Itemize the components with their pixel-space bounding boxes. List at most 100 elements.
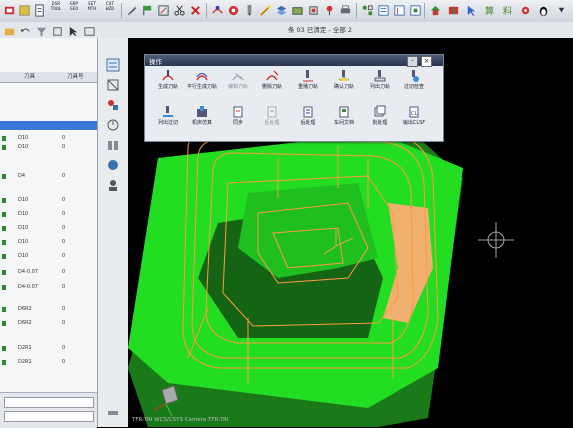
sync-button[interactable]: 同步 (221, 105, 255, 139)
document-icon[interactable] (32, 2, 46, 18)
tool-name-cell: D6R2 (18, 306, 32, 312)
reuse-library-icon[interactable] (106, 138, 120, 152)
close-icon[interactable]: × (421, 56, 432, 67)
house-icon[interactable] (428, 2, 442, 18)
table-row[interactable]: D4-0.07 0 (0, 283, 97, 292)
table-row[interactable]: D10 0 (0, 134, 97, 143)
list-gouge-button[interactable]: 列出过切 (151, 105, 185, 139)
flag-icon[interactable] (140, 2, 154, 18)
table-row[interactable]: D6R2 0 (0, 305, 97, 314)
table-row[interactable]: D10 0 (0, 196, 97, 205)
edit-path-button[interactable]: 编辑刀轨 (221, 69, 255, 103)
table-row[interactable]: D4 0 (0, 172, 97, 181)
cursor-icon[interactable] (464, 2, 478, 18)
shop-doc-button[interactable]: 车间文档 (327, 105, 361, 139)
print-icon[interactable] (338, 2, 352, 18)
toolbar-text-button-2[interactable]: SET MTH (83, 2, 101, 18)
column-header-tool-number[interactable]: 刀具号 (64, 72, 84, 82)
list-button[interactable]: 列出刀轨 (363, 69, 397, 103)
postprocess-button[interactable]: 后处理 (255, 105, 289, 139)
minimize-icon[interactable]: - (407, 56, 418, 67)
generate-button[interactable]: 生成刀轨 (151, 69, 185, 103)
table-row[interactable]: D4-0.07 0 (0, 268, 97, 277)
table-row[interactable]: D10 0 (0, 224, 97, 233)
wand-icon[interactable] (258, 2, 272, 18)
table-row[interactable]: D10 0 (0, 252, 97, 261)
roles-icon[interactable] (106, 178, 120, 192)
table-row[interactable]: D6R2 0 (0, 319, 97, 328)
batch-button[interactable]: 批处理 (363, 105, 397, 139)
pin-icon[interactable] (322, 2, 336, 18)
tool-icon[interactable] (242, 2, 256, 18)
overflow-icon[interactable] (554, 2, 568, 18)
material-icon[interactable]: 料 (500, 2, 514, 18)
postprocess2-button[interactable]: 后处理 (291, 105, 325, 139)
table-row[interactable]: D10 0 (0, 143, 97, 152)
details-dropdown-2[interactable] (4, 411, 94, 422)
sim-icon[interactable] (290, 2, 304, 18)
replay-button[interactable]: 重播刀轨 (291, 69, 325, 103)
table-row[interactable]: D10 0 (0, 210, 97, 219)
tool-name-cell: D10 (18, 135, 29, 141)
folder-icon[interactable] (2, 23, 16, 39)
dialog-item-label: 确认刀轨 (333, 84, 354, 90)
layers-icon[interactable] (274, 2, 288, 18)
assembly-icon[interactable] (106, 98, 120, 112)
machine-sim-button[interactable]: 机床仿真 (185, 105, 219, 139)
navigator-icon[interactable] (106, 58, 120, 72)
settings-icon-2[interactable] (106, 406, 120, 420)
program-view-icon[interactable] (376, 2, 390, 18)
view-icon[interactable] (82, 23, 96, 39)
part-icon[interactable] (106, 78, 120, 92)
script-icon[interactable]: 算 (482, 2, 496, 18)
settings-icon[interactable] (518, 2, 532, 18)
history-icon[interactable] (106, 118, 120, 132)
table-row[interactable]: D10 0 (0, 238, 97, 247)
dialog-item-label: 重播刀轨 (297, 84, 318, 90)
tool-view-icon[interactable] (392, 2, 406, 18)
cube-icon[interactable] (17, 2, 31, 18)
selected-row-highlight[interactable] (0, 121, 97, 130)
output-clsf-button[interactable]: CL 输出CLSF (397, 105, 431, 139)
toolbar-text-button-3[interactable]: CUT WZD (101, 2, 119, 18)
wrench-icon[interactable] (124, 2, 138, 18)
penguin-icon[interactable] (536, 2, 550, 18)
cut-icon[interactable] (172, 2, 186, 18)
operation-status-icon (2, 321, 6, 326)
dialog-title-bar[interactable]: 操作 - × (145, 55, 443, 67)
delete-icon[interactable] (188, 2, 202, 18)
grid-icon[interactable] (360, 2, 374, 18)
verify-icon (327, 69, 361, 83)
column-header-tool[interactable]: 刀具 (21, 72, 64, 82)
snap-icon[interactable] (50, 23, 64, 39)
postprocess2-icon (291, 105, 325, 119)
delete-path-button[interactable]: 删除刀轨 (255, 69, 289, 103)
verify-button[interactable]: 确认刀轨 (327, 69, 361, 103)
table-row[interactable]: D2R1 0 (0, 358, 97, 367)
tool-number-cell: 0 (62, 135, 66, 141)
dialog-item-label: 过切检查 (403, 84, 424, 90)
generate-icon[interactable] (210, 2, 224, 18)
machine-icon[interactable] (2, 2, 16, 18)
gouge-check-button[interactable]: 过切检查 (397, 69, 431, 103)
table-row[interactable]: D2R1 0 (0, 344, 97, 353)
geometry-view-icon[interactable] (408, 2, 422, 18)
web-icon[interactable] (106, 158, 120, 172)
book-icon[interactable] (446, 2, 460, 18)
tool-name-cell: D4 (18, 173, 26, 179)
toolbar-text-button-0[interactable]: DSR TOOL (47, 2, 65, 18)
select-icon[interactable] (66, 23, 80, 39)
undo-icon[interactable] (18, 23, 32, 39)
toolbar-text-button-1[interactable]: GRP GEO (65, 2, 83, 18)
verify-icon[interactable] (226, 2, 240, 18)
filter-icon[interactable] (34, 23, 48, 39)
tool-number-cell: 0 (62, 345, 66, 351)
details-dropdown-1[interactable] (4, 397, 94, 408)
tool-name-cell: D10 (18, 197, 29, 203)
edit-icon[interactable] (156, 2, 170, 18)
tool-number-cell: 0 (62, 173, 66, 179)
viewport-status: TFR-TRI WCS/CSYS Camera TFR-TRI (132, 417, 229, 423)
stock-icon[interactable] (306, 2, 320, 18)
operation-status-icon (2, 285, 6, 290)
parallel-generate-button[interactable]: 平行生成刀轨 (185, 69, 219, 103)
